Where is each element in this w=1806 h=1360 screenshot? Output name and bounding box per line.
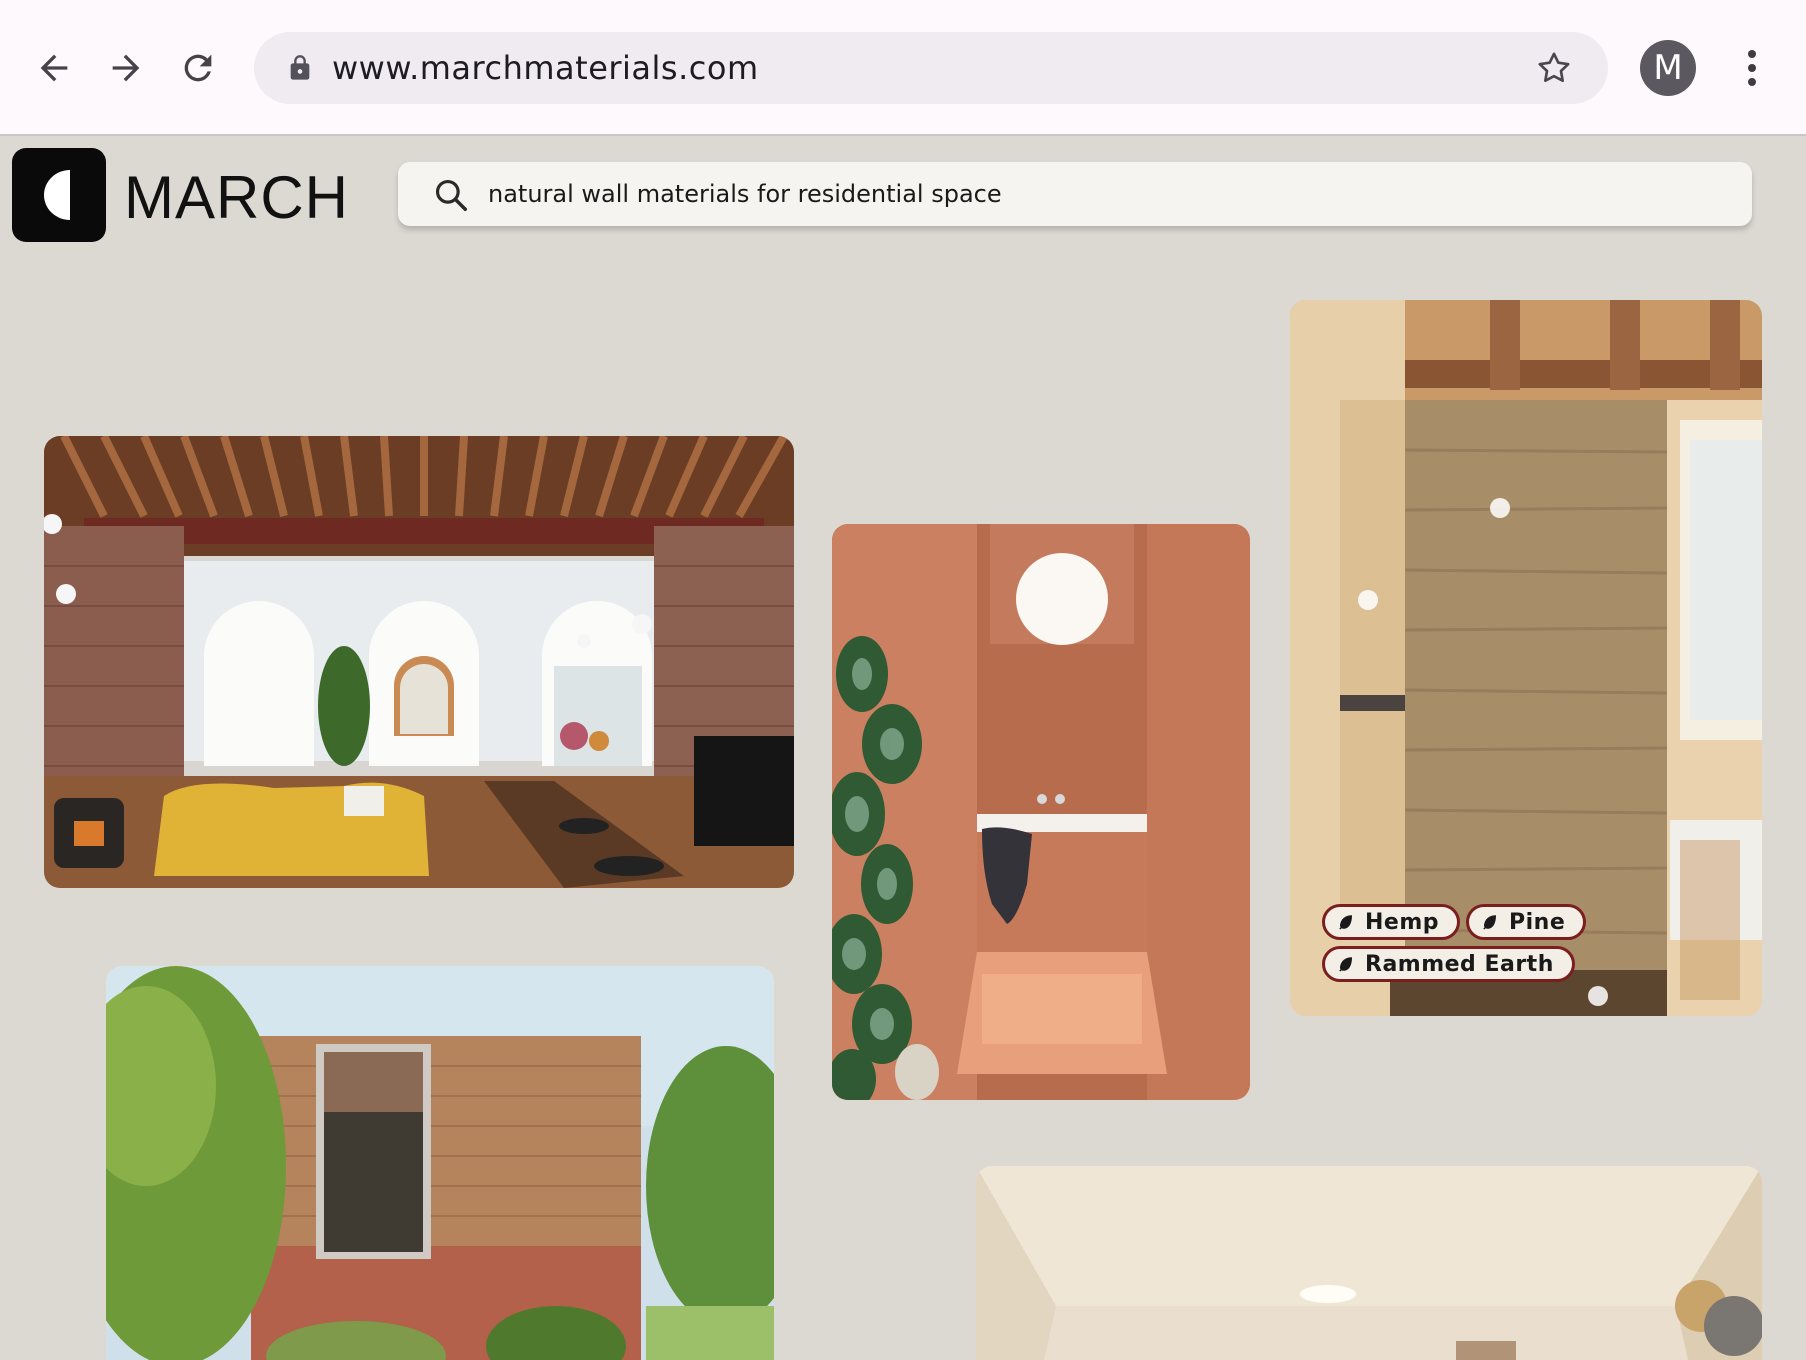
hotspot-dot[interactable] bbox=[1358, 590, 1378, 610]
menu-dot bbox=[1748, 78, 1756, 86]
address-bar[interactable]: www.marchmaterials.com bbox=[254, 32, 1608, 104]
march-logo-icon[interactable] bbox=[12, 148, 106, 242]
site-logo-text[interactable]: MARCH bbox=[124, 163, 349, 232]
image-card-living-room[interactable] bbox=[44, 436, 794, 888]
bookmark-star-icon[interactable] bbox=[1534, 48, 1574, 88]
tag-rammed-earth[interactable]: Rammed Earth bbox=[1322, 946, 1575, 982]
half-circle-icon bbox=[44, 170, 70, 220]
shingle-house-photo bbox=[106, 966, 774, 1360]
material-tags: Hemp Pine Rammed Earth bbox=[1322, 904, 1622, 982]
leaf-icon bbox=[1339, 957, 1352, 972]
bathroom-photo bbox=[832, 524, 1250, 1100]
tag-label: Pine bbox=[1509, 909, 1566, 935]
image-card-shingle-house[interactable] bbox=[106, 966, 774, 1360]
living-room-photo bbox=[44, 436, 794, 888]
image-card-bathroom[interactable] bbox=[832, 524, 1250, 1100]
lock-icon bbox=[290, 55, 310, 80]
timber-interior-photo bbox=[976, 1166, 1762, 1360]
arrow-left-icon bbox=[40, 54, 68, 82]
image-card-timber-interior[interactable] bbox=[976, 1166, 1762, 1360]
arrow-right-icon bbox=[112, 54, 140, 82]
leaf-icon bbox=[1483, 915, 1497, 930]
profile-avatar[interactable]: M bbox=[1640, 40, 1696, 96]
reload-icon bbox=[184, 54, 212, 82]
tag-label: Rammed Earth bbox=[1365, 951, 1554, 977]
tag-hemp[interactable]: Hemp bbox=[1322, 904, 1461, 940]
hotspot-dot[interactable] bbox=[1588, 986, 1608, 1006]
leaf-icon bbox=[1339, 915, 1352, 930]
image-card-rammed-earth[interactable]: Hemp Pine Rammed Earth bbox=[1290, 300, 1762, 1016]
menu-dot bbox=[1748, 50, 1756, 58]
browser-toolbar: www.marchmaterials.com M bbox=[0, 0, 1806, 136]
url-text: www.marchmaterials.com bbox=[332, 49, 759, 87]
menu-dot bbox=[1748, 64, 1756, 72]
tag-label: Hemp bbox=[1365, 909, 1440, 935]
browser-menu-button[interactable] bbox=[1736, 44, 1768, 92]
reload-button[interactable] bbox=[170, 40, 226, 96]
search-query-text: natural wall materials for residential s… bbox=[488, 180, 1002, 208]
hotspot-dot[interactable] bbox=[1490, 498, 1510, 518]
tag-pine[interactable]: Pine bbox=[1466, 904, 1587, 940]
search-bar[interactable]: natural wall materials for residential s… bbox=[398, 162, 1752, 226]
forward-button[interactable] bbox=[98, 40, 154, 96]
back-button[interactable] bbox=[26, 40, 82, 96]
search-icon bbox=[435, 179, 467, 211]
